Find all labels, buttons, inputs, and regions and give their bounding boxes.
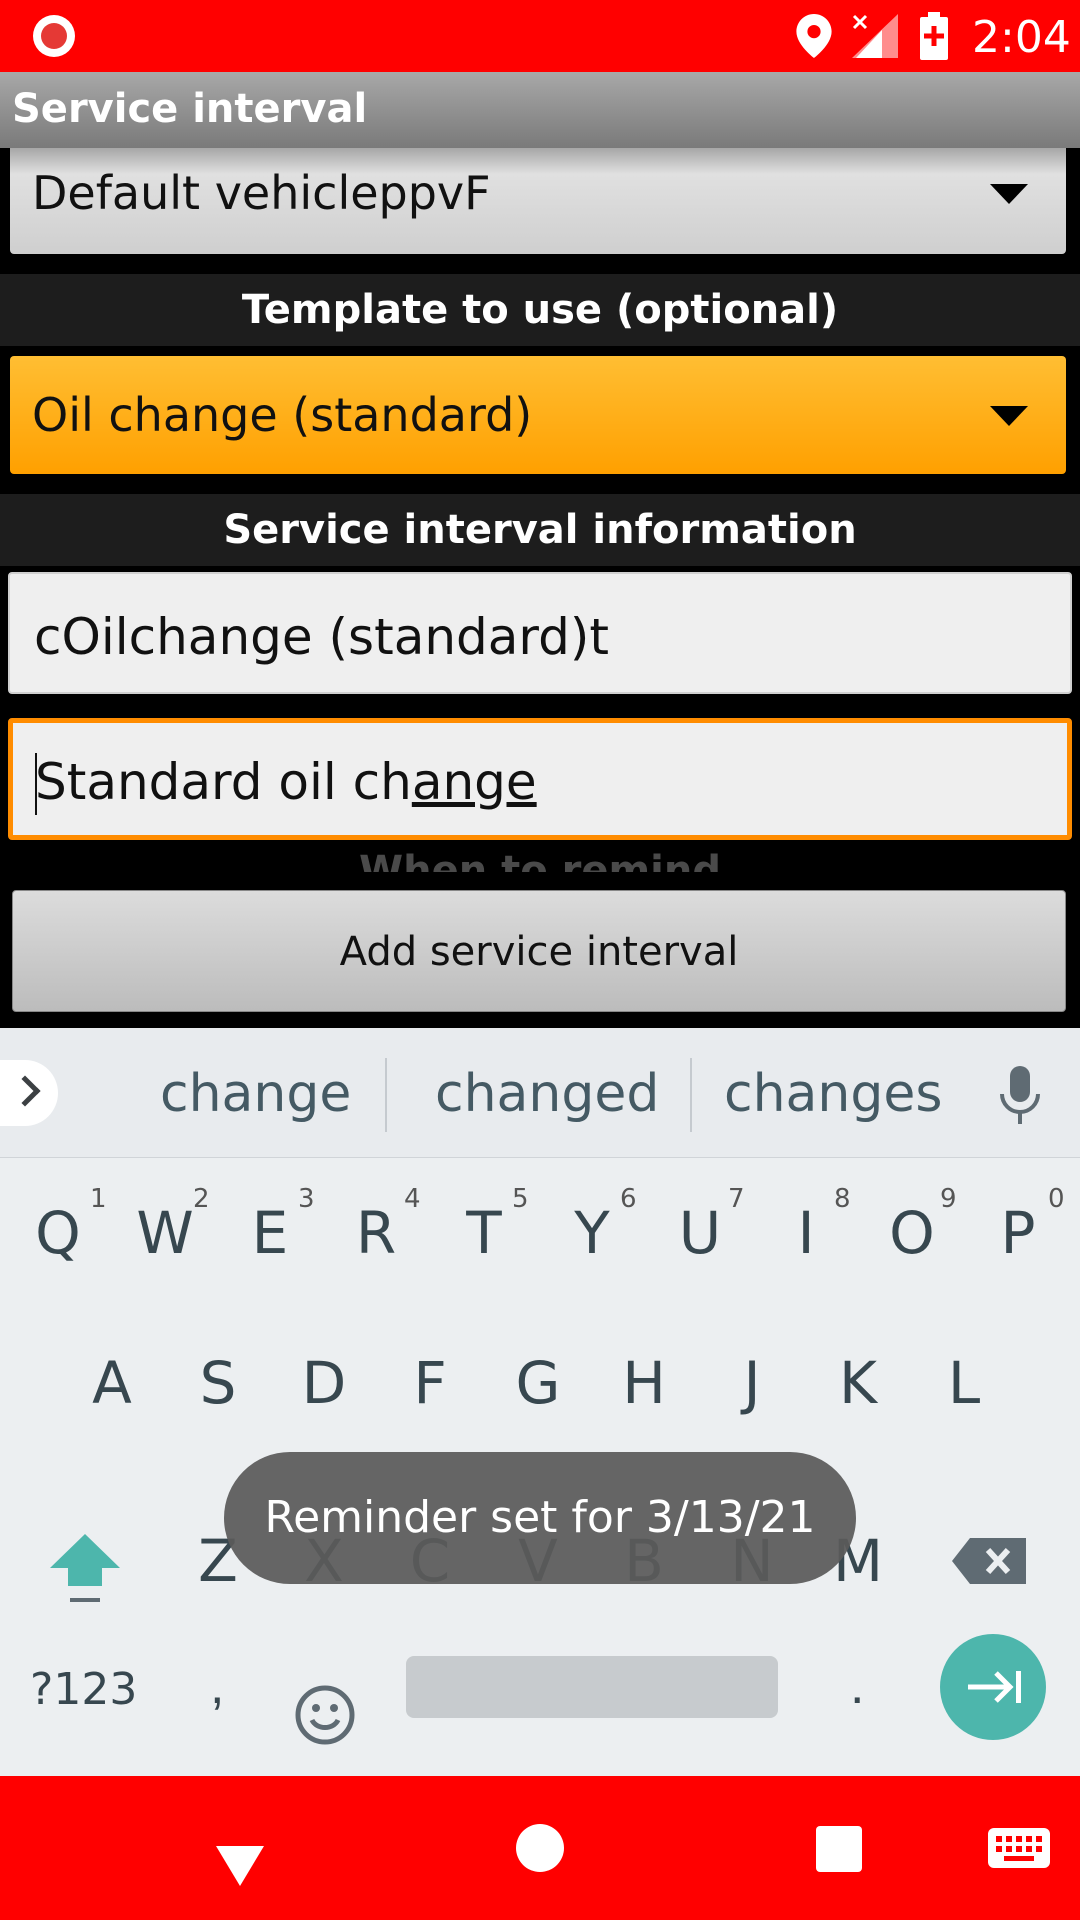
page-title: Service interval [12, 86, 368, 132]
comma-key[interactable]: , [210, 1656, 224, 1716]
status-clock: 2:04 [972, 12, 1071, 63]
status-bar: 2:04 [0, 0, 1080, 72]
screen-record-icon [33, 15, 75, 57]
key-d[interactable]: D [274, 1328, 374, 1438]
key-e[interactable]: E3 [220, 1178, 320, 1288]
suggestion-item[interactable]: changed [435, 1064, 659, 1124]
space-key[interactable] [406, 1656, 778, 1718]
key-t[interactable]: T5 [434, 1178, 534, 1288]
key-s[interactable]: S [168, 1328, 268, 1438]
key-k[interactable]: K [808, 1328, 908, 1438]
suggestion-strip: change changed changes [0, 1028, 1080, 1158]
service-description-field[interactable]: Standard oil change [8, 718, 1072, 840]
template-spinner-value: Oil change (standard) [32, 388, 533, 442]
emoji-icon[interactable] [294, 1684, 356, 1746]
recents-icon[interactable] [816, 1826, 862, 1872]
when-to-remind-header-partial: When to remind [358, 848, 721, 872]
title-bar: Service interval [0, 72, 1080, 148]
key-u[interactable]: U7 [650, 1178, 750, 1288]
add-service-interval-button[interactable]: Add service interval [12, 890, 1066, 1012]
key-j[interactable]: J [702, 1328, 802, 1438]
signal-no-data-icon [852, 14, 898, 58]
text-cursor [35, 753, 37, 815]
key-p[interactable]: P0 [968, 1178, 1068, 1288]
shift-arrow-icon [50, 1534, 120, 1602]
symbols-key[interactable]: ?123 [30, 1664, 137, 1715]
key-g[interactable]: G [488, 1328, 588, 1438]
template-section-header: Template to use (optional) [0, 274, 1080, 346]
period-key[interactable]: . [850, 1656, 864, 1716]
backspace-icon [952, 1538, 1026, 1584]
vehicle-spinner[interactable]: Default vehicleppvF [10, 148, 1066, 254]
back-icon[interactable] [216, 1846, 264, 1886]
tab-next-icon [968, 1671, 1021, 1703]
key-o[interactable]: O9 [862, 1178, 962, 1288]
service-description-value: Standard oil change [35, 753, 537, 811]
key-w[interactable]: W2 [115, 1178, 215, 1288]
microphone-icon[interactable] [998, 1066, 1042, 1126]
dropdown-arrow-icon [990, 184, 1028, 204]
dropdown-arrow-icon [990, 406, 1028, 426]
next-key[interactable] [940, 1634, 1046, 1740]
battery-charging-icon [920, 12, 948, 60]
suggestion-item[interactable]: changes [724, 1064, 942, 1124]
info-section-header: Service interval information [0, 494, 1080, 566]
home-icon[interactable] [516, 1824, 564, 1872]
service-name-value: cOilchange (standard)t [34, 608, 609, 666]
backspace-key[interactable] [950, 1506, 1030, 1621]
key-h[interactable]: H [594, 1328, 694, 1438]
location-pin-icon [796, 14, 832, 58]
key-r[interactable]: R4 [326, 1178, 426, 1288]
expand-toolbar-button[interactable] [0, 1060, 58, 1126]
vehicle-spinner-value: Default vehicleppvF [32, 166, 491, 220]
service-name-field[interactable]: cOilchange (standard)t [8, 572, 1072, 694]
composing-text: ange [411, 753, 537, 811]
chevron-right-icon [9, 1075, 41, 1107]
key-f[interactable]: F [380, 1328, 480, 1438]
suggestion-divider [385, 1058, 387, 1132]
key-q[interactable]: Q1 [8, 1178, 108, 1288]
key-l[interactable]: L [914, 1328, 1014, 1438]
shift-key[interactable] [40, 1506, 130, 1616]
soft-keyboard: change changed changes Q1 W2 E3 R4 T5 Y6… [0, 1028, 1080, 1776]
key-y[interactable]: Y6 [542, 1178, 642, 1288]
suggestion-item[interactable]: change [160, 1064, 351, 1124]
key-i[interactable]: I8 [756, 1178, 856, 1288]
form-content: Default vehicleppvF Template to use (opt… [0, 148, 1080, 1028]
template-spinner[interactable]: Oil change (standard) [10, 356, 1066, 474]
key-a[interactable]: A [62, 1328, 162, 1438]
suggestion-divider [690, 1058, 692, 1132]
keyboard-switch-icon[interactable] [988, 1828, 1050, 1868]
toast-message: Reminder set for 3/13/21 [224, 1452, 856, 1584]
